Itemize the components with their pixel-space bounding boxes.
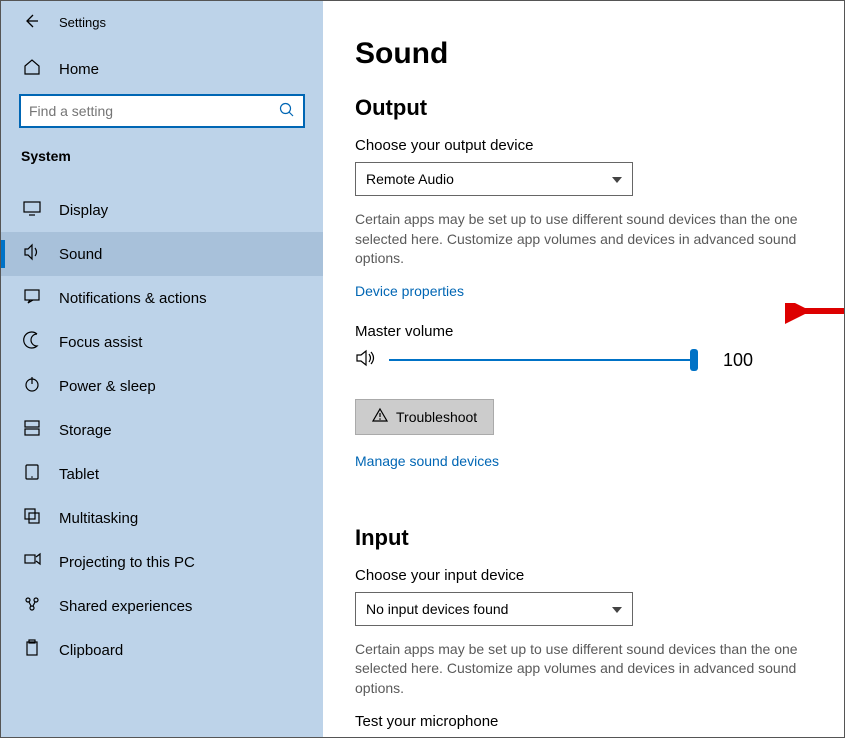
- power-icon: [23, 375, 41, 397]
- project-icon: [23, 551, 41, 573]
- clipboard-icon: [23, 639, 41, 661]
- sidebar: Settings Home System Display Sound Notific…: [1, 1, 323, 737]
- device-properties-link[interactable]: Device properties: [355, 283, 464, 299]
- output-choose-label: Choose your output device: [355, 137, 820, 154]
- nav-item-label: Power & sleep: [59, 378, 156, 395]
- nav-item-project[interactable]: Projecting to this PC: [1, 540, 323, 584]
- sidebar-section-label: System: [1, 148, 323, 170]
- nav-item-shared[interactable]: Shared experiences: [1, 584, 323, 628]
- tablet-icon: [23, 463, 41, 485]
- input-device-selected: No input devices found: [366, 601, 508, 617]
- app-title: Settings: [59, 15, 106, 30]
- nav-item-label: Projecting to this PC: [59, 554, 195, 571]
- nav-item-label: Display: [59, 202, 108, 219]
- shared-icon: [23, 595, 41, 617]
- nav-item-clipboard[interactable]: Clipboard: [1, 628, 323, 672]
- nav-item-display[interactable]: Display: [1, 188, 323, 232]
- nav-item-power[interactable]: Power & sleep: [1, 364, 323, 408]
- page-title: Sound: [355, 37, 820, 71]
- warning-icon: [372, 407, 388, 426]
- nav-item-label: Storage: [59, 422, 112, 439]
- output-device-selected: Remote Audio: [366, 171, 454, 187]
- slider-thumb[interactable]: [690, 349, 698, 371]
- multitask-icon: [23, 507, 41, 529]
- back-icon[interactable]: [23, 13, 39, 32]
- nav-item-focus[interactable]: Focus assist: [1, 320, 323, 364]
- search-input[interactable]: [19, 94, 305, 128]
- nav-item-label: Multitasking: [59, 510, 138, 527]
- display-icon: [23, 199, 41, 221]
- output-heading: Output: [355, 95, 820, 121]
- output-device-select[interactable]: Remote Audio: [355, 162, 633, 196]
- nav-item-label: Shared experiences: [59, 598, 192, 615]
- storage-icon: [23, 419, 41, 441]
- nav-item-label: Notifications & actions: [59, 290, 207, 307]
- output-desc: Certain apps may be set up to use differ…: [355, 210, 815, 269]
- sound-icon: [23, 243, 41, 265]
- master-volume-label: Master volume: [355, 323, 820, 340]
- nav-item-sound[interactable]: Sound: [1, 232, 323, 276]
- home-nav[interactable]: Home: [1, 48, 323, 94]
- input-desc: Certain apps may be set up to use differ…: [355, 640, 815, 699]
- input-device-select[interactable]: No input devices found: [355, 592, 633, 626]
- speaker-icon[interactable]: [355, 348, 377, 373]
- input-choose-label: Choose your input device: [355, 567, 820, 584]
- notifications-icon: [23, 287, 41, 309]
- nav-list: Display Sound Notifications & actions Focus…: [1, 188, 323, 672]
- nav-item-label: Tablet: [59, 466, 99, 483]
- manage-sound-devices-link[interactable]: Manage sound devices: [355, 453, 499, 469]
- home-label: Home: [59, 61, 99, 78]
- test-mic-label: Test your microphone: [355, 713, 820, 730]
- troubleshoot-button[interactable]: Troubleshoot: [355, 399, 494, 435]
- main-content: Sound Output Choose your output device R…: [323, 1, 844, 737]
- nav-item-label: Sound: [59, 246, 102, 263]
- master-volume-value: 100: [723, 350, 753, 371]
- home-icon: [23, 58, 41, 80]
- nav-item-label: Focus assist: [59, 334, 142, 351]
- input-heading: Input: [355, 525, 820, 551]
- focus-icon: [23, 331, 41, 353]
- troubleshoot-label: Troubleshoot: [396, 409, 477, 425]
- nav-item-notifications[interactable]: Notifications & actions: [1, 276, 323, 320]
- nav-item-multitask[interactable]: Multitasking: [1, 496, 323, 540]
- nav-item-label: Clipboard: [59, 642, 123, 659]
- master-volume-slider[interactable]: [389, 359, 695, 361]
- nav-item-storage[interactable]: Storage: [1, 408, 323, 452]
- nav-item-tablet[interactable]: Tablet: [1, 452, 323, 496]
